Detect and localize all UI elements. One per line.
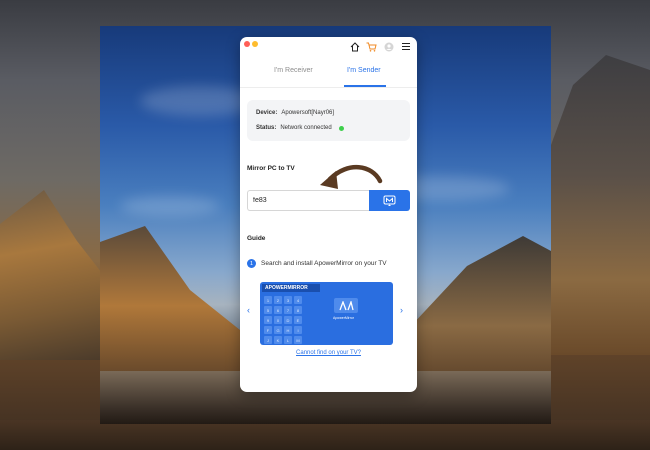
menu-icon[interactable] (400, 41, 411, 52)
guide-step: 1 Search and install ApowerMirror on you… (247, 259, 387, 268)
keypad-key: 9 (264, 316, 272, 324)
apowermirror-window: I'm Receiver I'm Sender Device: Apowerso… (240, 37, 417, 392)
minimize-window-button[interactable] (252, 41, 258, 47)
top-toolbar (349, 41, 411, 52)
tab-receiver[interactable]: I'm Receiver (274, 67, 313, 74)
device-row: Device: Apowersoft[Nayr06] (256, 110, 334, 116)
keypad-key: E (294, 316, 302, 324)
guide-image: APOWERMIRROR 1 2 3 4 5 6 7 8 9 0 D E F G… (260, 282, 393, 345)
carousel-next-icon[interactable]: › (400, 305, 403, 315)
keypad-key: L (284, 336, 292, 344)
keypad-key: 0 (274, 316, 282, 324)
guide-title: Guide (247, 235, 266, 242)
status-row: Status: Network connected (256, 125, 344, 131)
promo-brand-title: APOWERMIRROR (262, 284, 320, 292)
device-label: Device: (256, 110, 278, 116)
keypad-key: M (294, 336, 302, 344)
step-text: Search and install ApowerMirror on your … (261, 260, 387, 267)
keypad-key: K (274, 336, 282, 344)
cloud (120, 196, 220, 216)
keypad-key: 7 (284, 306, 292, 314)
keypad-key: 2 (274, 296, 282, 304)
keypad-key: 5 (264, 306, 272, 314)
keypad-key: G (274, 326, 282, 334)
pointing-arrow-icon (320, 164, 383, 189)
status-label: Status: (256, 125, 277, 131)
keypad-key: 4 (294, 296, 302, 304)
background-foreground (0, 420, 650, 450)
tab-sender[interactable]: I'm Sender (347, 67, 381, 74)
tab-divider (240, 87, 417, 88)
avatar-icon[interactable] (383, 41, 394, 52)
mirror-section-title: Mirror PC to TV (247, 165, 295, 172)
wallpaper-ridge-left (100, 226, 250, 386)
background-mountain-left (0, 190, 110, 360)
step-number: 1 (247, 259, 256, 268)
background-mountain-right (540, 55, 650, 355)
mirror-cast-icon (383, 195, 396, 206)
keypad-key: H (284, 326, 292, 334)
close-window-button[interactable] (244, 41, 250, 47)
keypad-key: I (294, 326, 302, 334)
wallpaper-ridge-right (411, 236, 551, 386)
device-info-card: Device: Apowersoft[Nayr06] Status: Netwo… (247, 100, 410, 141)
keypad-key: F (264, 326, 272, 334)
status-indicator-icon (338, 125, 344, 131)
device-name: Apowersoft[Nayr06] (281, 110, 335, 116)
status-text: Network connected (280, 125, 332, 131)
carousel-prev-icon[interactable]: ‹ (247, 305, 250, 315)
keypad-key: 6 (274, 306, 282, 314)
keypad: 1 2 3 4 5 6 7 8 9 0 D E F G H I J K L M … (264, 296, 302, 345)
cannot-find-link[interactable]: Cannot find on your TV? (240, 350, 417, 356)
mode-tabs: I'm Receiver I'm Sender (240, 67, 417, 89)
keypad-key: 1 (264, 296, 272, 304)
keypad-key: 8 (294, 306, 302, 314)
promo-brand-caption: ApowerMirror (333, 316, 355, 320)
keypad-key: J (264, 336, 272, 344)
cart-icon[interactable] (366, 41, 377, 52)
keypad-key: D (284, 316, 292, 324)
apowermirror-logo-icon (334, 298, 358, 313)
keypad-key: 3 (284, 296, 292, 304)
home-icon[interactable] (349, 41, 360, 52)
